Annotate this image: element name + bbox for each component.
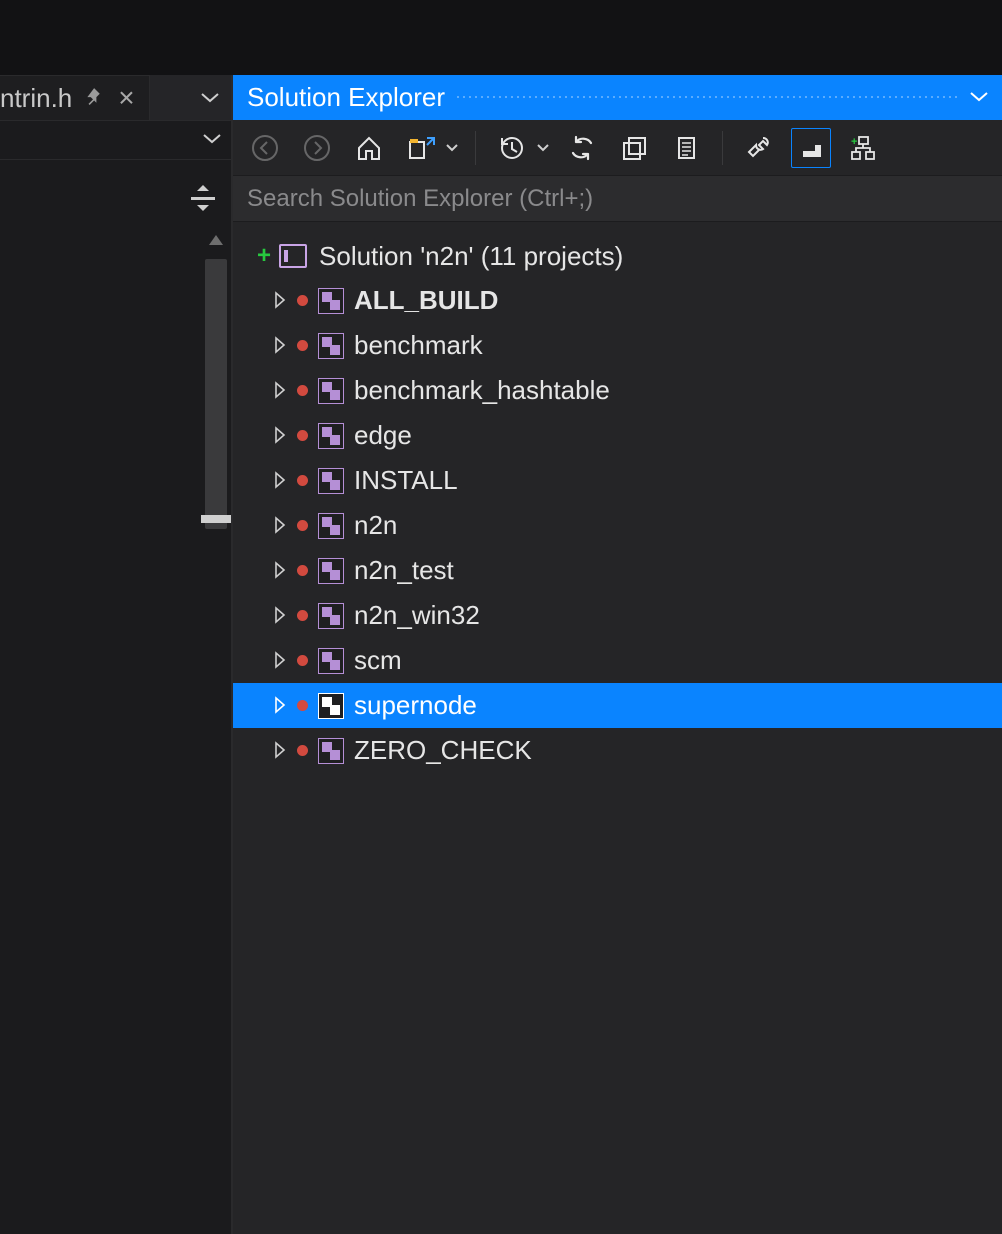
sync-button[interactable] — [562, 128, 602, 168]
editor-tab[interactable]: ntrin.h × — [0, 75, 150, 120]
editor-pane: ntrin.h × — [0, 75, 232, 1234]
navbar-dropdown-icon[interactable] — [203, 131, 221, 149]
titlebar-grip[interactable] — [455, 94, 960, 102]
nav-back-button[interactable] — [245, 128, 285, 168]
cpp-project-icon — [318, 738, 344, 764]
source-control-status-icon — [297, 295, 308, 306]
expand-icon[interactable] — [273, 510, 287, 541]
cpp-project-icon — [318, 423, 344, 449]
solution-explorer-panel: Solution Explorer — [232, 75, 1002, 1234]
solution-explorer-titlebar[interactable]: Solution Explorer — [233, 75, 1002, 120]
project-node[interactable]: scm — [233, 638, 1002, 683]
scrollbar-mark — [201, 515, 231, 523]
project-label: n2n — [354, 510, 397, 541]
project-node[interactable]: n2n_win32 — [233, 593, 1002, 638]
pin-icon[interactable] — [84, 87, 102, 110]
expand-icon[interactable] — [273, 645, 287, 676]
source-control-status-icon — [297, 655, 308, 666]
project-label: INSTALL — [354, 465, 458, 496]
cpp-project-icon — [318, 288, 344, 314]
source-control-status-icon — [297, 745, 308, 756]
expand-icon[interactable] — [273, 600, 287, 631]
split-handle-icon[interactable] — [189, 185, 217, 216]
source-control-status-icon — [297, 430, 308, 441]
solution-explorer-toolbar: + — [233, 120, 1002, 176]
editor-tab-label: ntrin.h — [0, 83, 72, 114]
project-label: n2n_win32 — [354, 600, 480, 631]
scrollbar-thumb[interactable] — [205, 259, 227, 529]
expand-icon[interactable] — [273, 420, 287, 451]
cpp-project-icon — [318, 603, 344, 629]
editor-navbar — [0, 120, 231, 160]
home-button[interactable] — [349, 128, 389, 168]
editor-tab-row: ntrin.h × — [0, 75, 231, 120]
expand-icon[interactable] — [273, 465, 287, 496]
source-control-status-icon — [297, 610, 308, 621]
project-node[interactable]: edge — [233, 413, 1002, 458]
cpp-project-icon — [318, 333, 344, 359]
panel-options-dropdown-icon[interactable] — [970, 89, 988, 107]
project-label: n2n_test — [354, 555, 454, 586]
project-label: scm — [354, 645, 402, 676]
cpp-project-icon — [318, 468, 344, 494]
source-control-status-icon — [297, 475, 308, 486]
project-node[interactable]: benchmark_hashtable — [233, 368, 1002, 413]
expand-icon[interactable] — [273, 375, 287, 406]
project-node[interactable]: benchmark — [233, 323, 1002, 368]
project-label: ALL_BUILD — [354, 285, 498, 316]
project-node[interactable]: n2n_test — [233, 548, 1002, 593]
project-label: ZERO_CHECK — [354, 735, 532, 766]
toolbar-separator — [722, 131, 723, 165]
project-node[interactable]: n2n — [233, 503, 1002, 548]
nav-forward-button[interactable] — [297, 128, 337, 168]
source-control-status-icon — [297, 520, 308, 531]
cpp-project-icon — [318, 558, 344, 584]
expand-icon[interactable] — [273, 555, 287, 586]
switch-views-button[interactable] — [401, 128, 441, 168]
project-node[interactable]: ZERO_CHECK — [233, 728, 1002, 773]
show-all-files-button[interactable] — [666, 128, 706, 168]
pending-changes-filter-button[interactable] — [492, 128, 532, 168]
expand-icon[interactable] — [273, 330, 287, 361]
cpp-project-icon — [318, 378, 344, 404]
switch-views-dropdown[interactable] — [445, 128, 459, 168]
project-node[interactable]: INSTALL — [233, 458, 1002, 503]
expand-icon[interactable] — [273, 285, 287, 316]
pending-changes-dropdown[interactable] — [536, 128, 550, 168]
solution-tree: + Solution 'n2n' (11 projects) ALL_BUILD… — [233, 222, 1002, 773]
solution-explorer-search[interactable] — [233, 176, 1002, 222]
solution-node[interactable]: + Solution 'n2n' (11 projects) — [233, 234, 1002, 278]
project-label: edge — [354, 420, 412, 451]
preview-selected-items-button[interactable] — [791, 128, 831, 168]
editor-scrollbar[interactable] — [201, 225, 231, 1234]
source-control-status-icon — [297, 385, 308, 396]
source-control-status-icon — [297, 340, 308, 351]
close-icon[interactable]: × — [114, 84, 138, 112]
cpp-project-icon — [318, 693, 344, 719]
scroll-up-icon[interactable] — [201, 225, 231, 255]
project-label: supernode — [354, 690, 477, 721]
cpp-project-icon — [318, 513, 344, 539]
solution-icon — [279, 244, 307, 268]
expand-icon[interactable] — [273, 690, 287, 721]
collapse-all-button[interactable] — [614, 128, 654, 168]
properties-button[interactable] — [739, 128, 779, 168]
project-label: benchmark — [354, 330, 483, 361]
toolbar-separator — [475, 131, 476, 165]
plus-icon: + — [257, 242, 271, 270]
expand-icon[interactable] — [273, 735, 287, 766]
panel-title: Solution Explorer — [247, 82, 445, 113]
project-node[interactable]: ALL_BUILD — [233, 278, 1002, 323]
search-input[interactable] — [247, 185, 988, 213]
source-control-status-icon — [297, 565, 308, 576]
project-node[interactable]: supernode — [233, 683, 1002, 728]
solution-label: Solution 'n2n' (11 projects) — [319, 241, 623, 272]
view-class-diagram-button[interactable]: + — [843, 128, 883, 168]
source-control-status-icon — [297, 700, 308, 711]
cpp-project-icon — [318, 648, 344, 674]
project-label: benchmark_hashtable — [354, 375, 610, 406]
tab-overflow-dropdown[interactable] — [195, 75, 225, 120]
svg-text:+: + — [851, 136, 857, 148]
